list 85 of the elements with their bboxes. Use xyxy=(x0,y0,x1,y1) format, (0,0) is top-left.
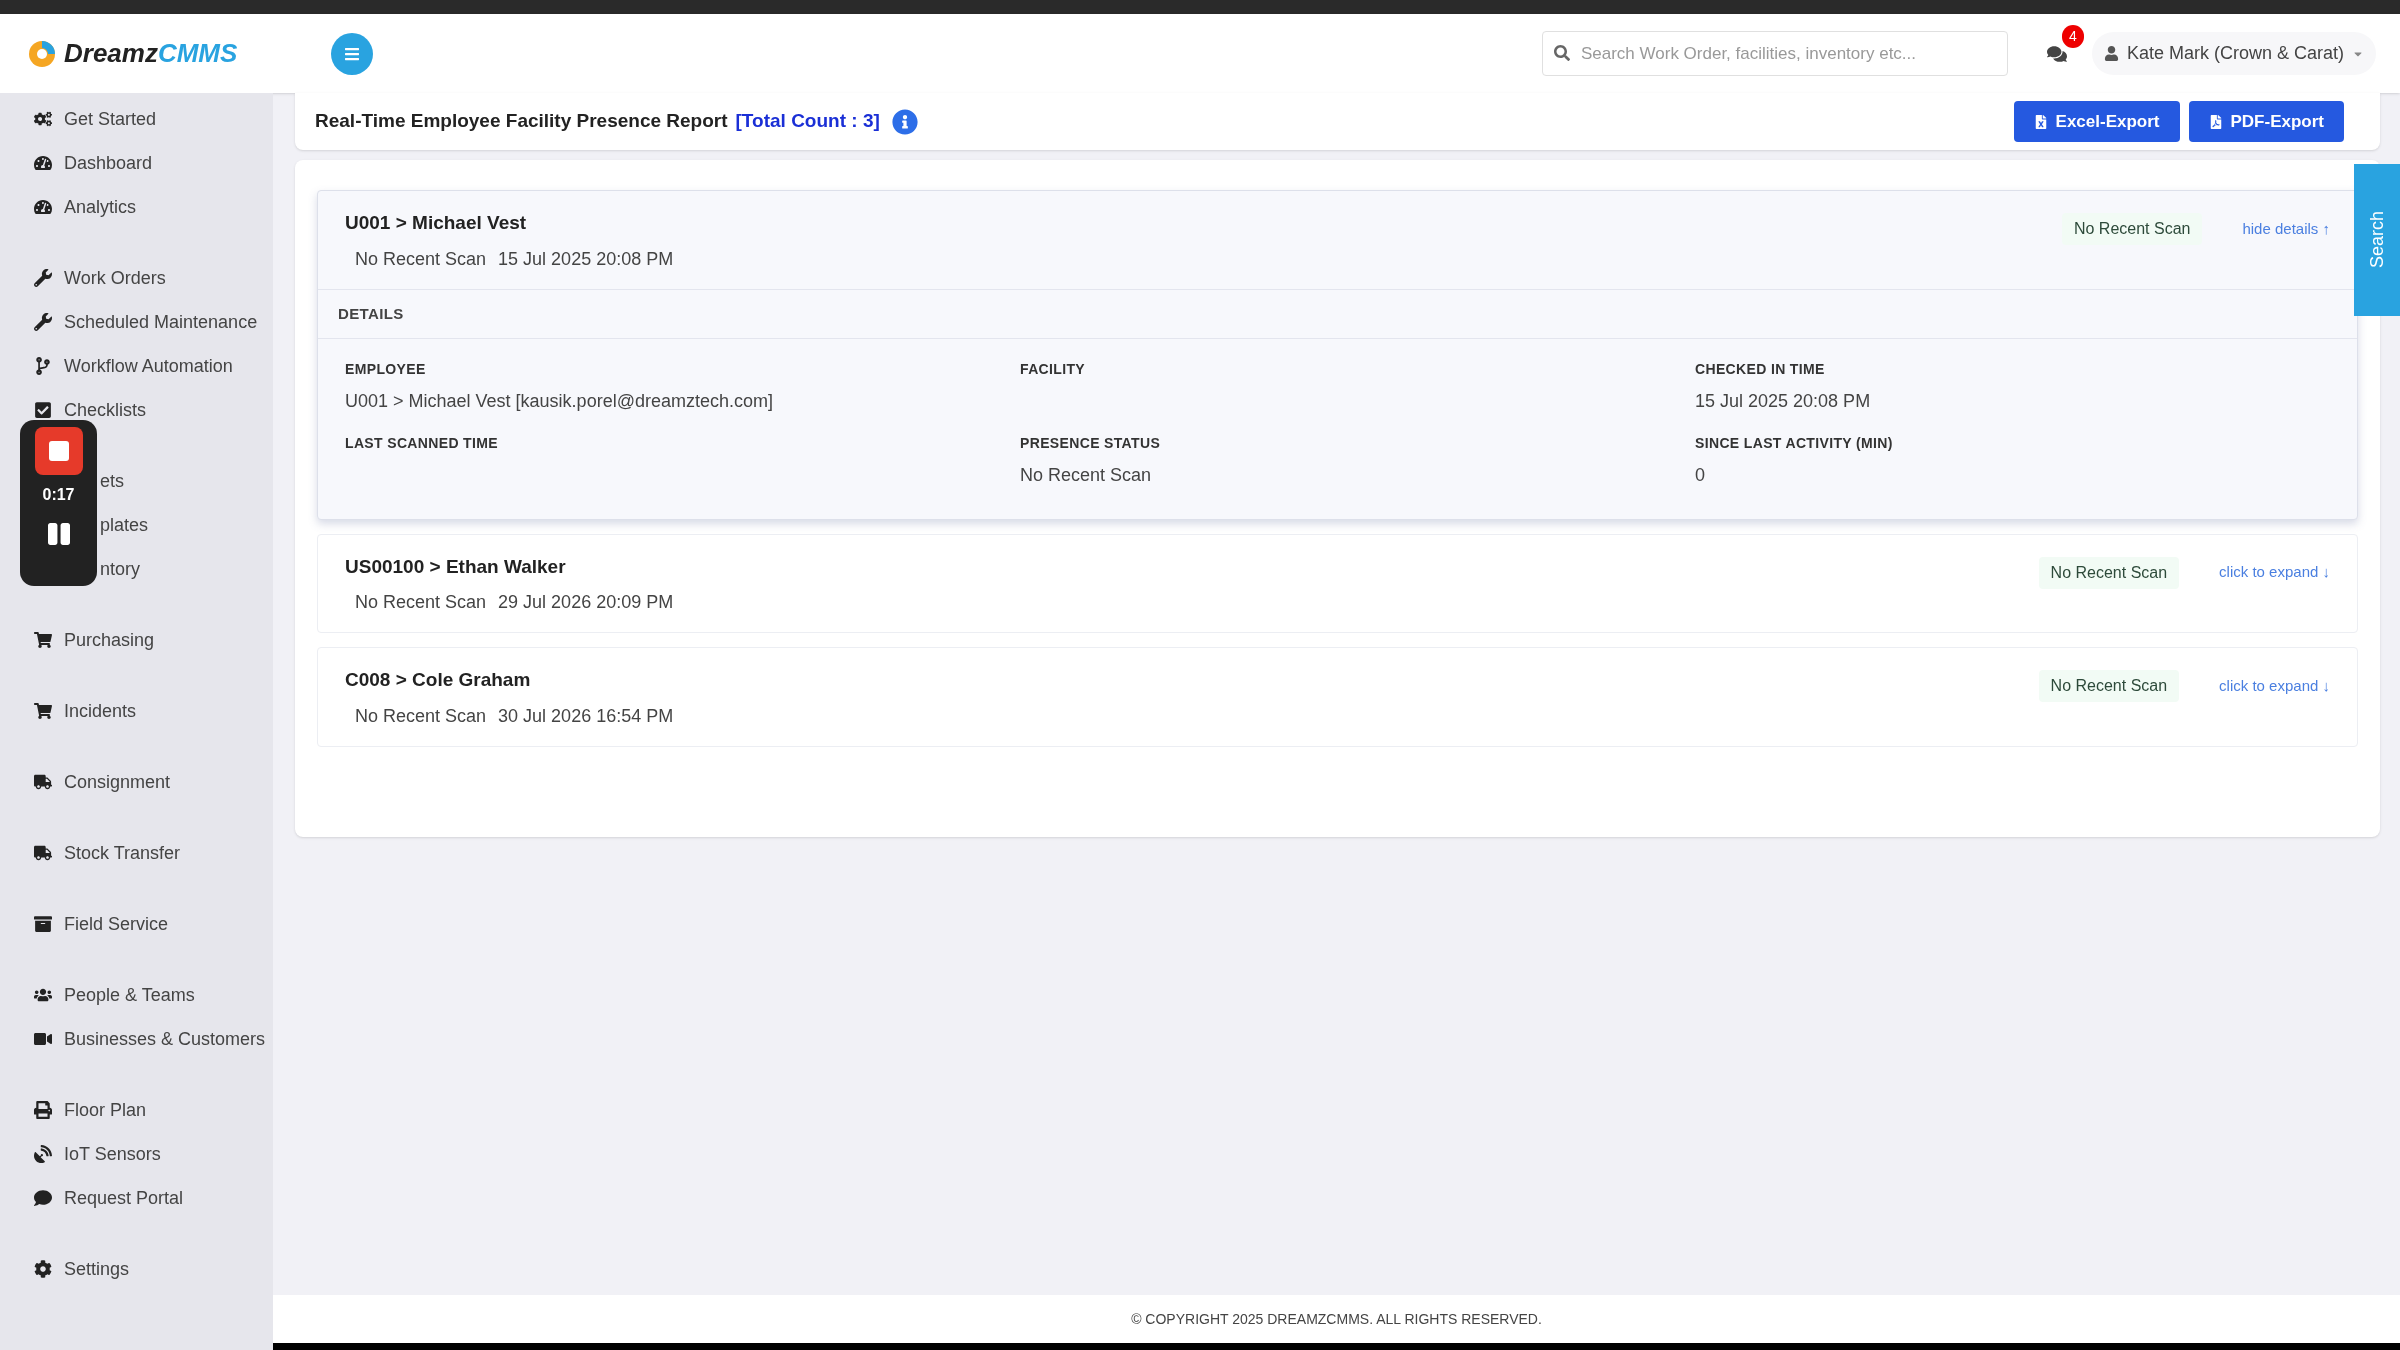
sidebar-item[interactable]: Field Service xyxy=(34,902,273,946)
sensor-icon xyxy=(34,1145,52,1163)
field-value: 15 Jul 2025 20:08 PM xyxy=(1695,389,1872,413)
checkbox-icon xyxy=(34,401,52,419)
toggle-link[interactable]: hide details ↑ xyxy=(2242,217,2330,241)
status-badge: No Recent Scan xyxy=(2061,213,2203,245)
section-heading: DETAILS xyxy=(338,304,404,322)
settings-icon xyxy=(34,1260,52,1278)
field-label: LAST SCANNED TIME xyxy=(345,433,499,453)
document-icon xyxy=(2033,114,2048,129)
status-badge: No Recent Scan xyxy=(2038,670,2180,702)
field-value: No Recent Scan xyxy=(1020,463,1153,487)
scan-status: No Recent Scan xyxy=(355,591,487,614)
search-icon xyxy=(1553,45,1570,61)
report-title: Real-Time Employee Facility Presence Report xyxy=(315,109,728,134)
sidebar-item[interactable]: Work Orders xyxy=(34,256,273,300)
scan-status: No Recent Scan xyxy=(355,704,487,728)
field-value: 0 xyxy=(1695,463,1706,487)
scan-time: 15 Jul 2025 20:08 PM xyxy=(498,247,674,271)
gauge-icon xyxy=(34,198,52,216)
menu-button[interactable] xyxy=(331,32,374,75)
video-camera-icon xyxy=(34,1030,52,1048)
printer-icon xyxy=(34,1101,52,1119)
user-icon xyxy=(2103,46,2119,61)
sidebar-item[interactable]: Settings xyxy=(34,1247,273,1291)
employee-name: C008 > Cole Graham xyxy=(345,668,532,692)
field-label: CHECKED IN TIME xyxy=(1695,359,1826,379)
messages-icon[interactable] xyxy=(2046,43,2067,64)
sidebar-item[interactable]: People & Teams xyxy=(34,973,273,1017)
people-icon xyxy=(34,986,52,1004)
sidebar-item[interactable]: Incidents xyxy=(34,689,273,733)
notification-count: 4 xyxy=(2061,24,2084,48)
sidebar-item[interactable]: Analytics xyxy=(34,185,273,229)
sidebar-item[interactable]: IoT Sensors xyxy=(34,1132,273,1176)
status-badge: No Recent Scan xyxy=(2038,556,2180,589)
search-field[interactable]: Search Work Order, facilities, inventory etc... xyxy=(1541,31,2008,76)
sidebar-item[interactable]: Purchasing xyxy=(34,618,273,662)
pause-icon[interactable] xyxy=(47,521,70,547)
copyright-text: © COPYRIGHT 2025 DREAMZCMMS. ALL RIGHTS RESERVED. xyxy=(1131,1309,1542,1329)
export-button[interactable]: Excel-Export xyxy=(2013,101,2180,142)
sidebar-item[interactable]: Get Started xyxy=(34,97,273,141)
logo-text: DreamzCMMS xyxy=(64,37,238,70)
field-label: PRESENCE STATUS xyxy=(1020,433,1162,453)
field-label: SINCE LAST ACTIVITY (MIN) xyxy=(1695,433,1894,453)
speech-bubble-icon xyxy=(34,1189,52,1207)
sidebar-item[interactable]: Floor Plan xyxy=(34,1088,273,1132)
truck-icon xyxy=(34,773,52,791)
stop-button[interactable] xyxy=(34,427,83,475)
sidebar-item[interactable]: Consignment xyxy=(34,760,273,804)
sidebar-item[interactable]: ets xyxy=(100,467,124,495)
cart-icon xyxy=(34,631,52,649)
truck-icon xyxy=(34,844,52,862)
recording-time: 0:17 xyxy=(42,485,75,505)
toggle-link[interactable]: click to expand ↓ xyxy=(2219,674,2330,698)
wrench-icon xyxy=(34,269,52,287)
user-menu[interactable]: Kate Mark (Crown & Carat) xyxy=(2091,32,2376,75)
branch-icon xyxy=(34,357,52,375)
sidebar-item[interactable]: ntory xyxy=(100,555,141,583)
scan-status: No Recent Scan xyxy=(355,247,487,271)
scan-time: 30 Jul 2026 16:54 PM xyxy=(498,704,674,728)
menu-icon xyxy=(344,45,361,62)
document-icon xyxy=(2208,114,2223,129)
field-label: EMPLOYEE xyxy=(345,359,427,379)
gears-icon xyxy=(34,110,52,128)
sidebar-item[interactable]: plates xyxy=(100,511,149,539)
cart-icon xyxy=(34,702,52,720)
sidebar-item[interactable]: Request Portal xyxy=(34,1176,273,1220)
export-button[interactable]: PDF-Export xyxy=(2188,101,2344,142)
sidebar-item[interactable]: Scheduled Maintenance xyxy=(34,300,273,344)
wrench-icon xyxy=(34,313,52,331)
archive-icon xyxy=(34,915,52,933)
field-value: U001 > Michael Vest [kausik.porel@dreamztech.com] xyxy=(345,389,774,413)
gauge-icon xyxy=(34,154,52,172)
info-icon[interactable] xyxy=(891,108,918,135)
total-count: [Total Count : 3] xyxy=(735,109,880,134)
sidebar-item[interactable]: Businesses & Customers xyxy=(34,1017,273,1061)
field-label: FACILITY xyxy=(1020,359,1087,379)
sidebar-item[interactable]: Checklists xyxy=(34,388,273,432)
toggle-link[interactable]: click to expand ↓ xyxy=(2219,561,2330,584)
sidebar-item[interactable]: Dashboard xyxy=(34,141,273,185)
scan-time: 29 Jul 2026 20:09 PM xyxy=(498,591,674,614)
sidebar-item[interactable]: Workflow Automation xyxy=(34,344,273,388)
employee-name: US00100 > Ethan Walker xyxy=(345,554,567,579)
sidebar-item[interactable]: Stock Transfer xyxy=(34,831,273,875)
employee-name: U001 > Michael Vest xyxy=(345,211,528,235)
